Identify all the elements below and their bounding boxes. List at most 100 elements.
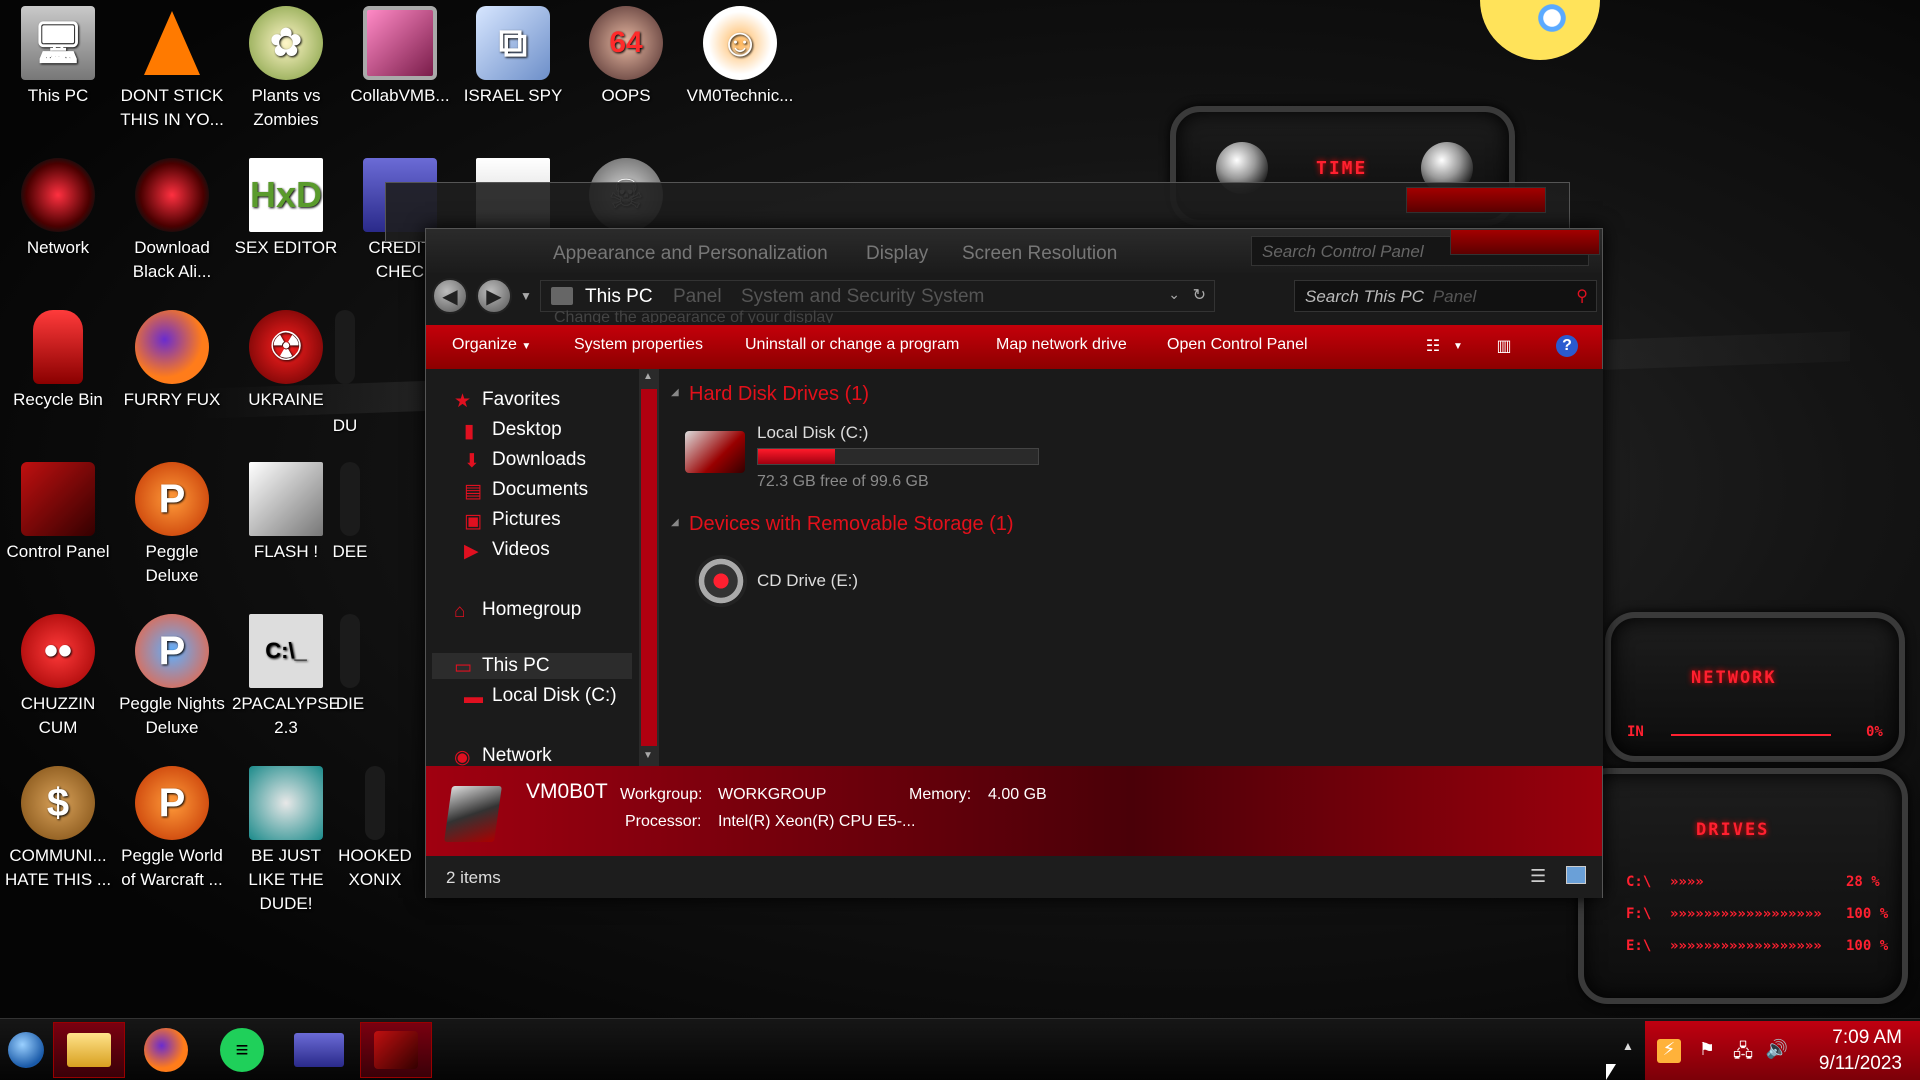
search-ghost-text: Panel bbox=[1432, 287, 1477, 306]
preview-pane-icon[interactable]: ▥ bbox=[1492, 335, 1516, 357]
taskbar-window-app[interactable] bbox=[283, 1022, 355, 1078]
clock-date[interactable]: 9/11/2023 bbox=[1819, 1053, 1902, 1075]
desktop-icon-collabvm[interactable]: CollabVMB... bbox=[345, 6, 455, 108]
network-widget-title: NETWORK bbox=[1691, 668, 1777, 688]
desktop-icon-vm0technic[interactable]: ☺ VM0Technic... bbox=[685, 6, 795, 108]
flash-icon bbox=[249, 462, 323, 536]
search-input[interactable]: Search This PC Panel ⚲ bbox=[1294, 280, 1597, 312]
group-header-removable-storage[interactable]: Devices with Removable Storage (1) bbox=[689, 513, 1014, 536]
drive-f-label: F:\ bbox=[1626, 906, 1652, 922]
peggle-icon: P bbox=[135, 462, 209, 536]
desktop-icon-peggle-deluxe[interactable]: P Peggle Deluxe bbox=[117, 462, 227, 588]
desktop-icon-be-just-like-the-dude[interactable]: BE JUST LIKE THE DUDE! bbox=[231, 766, 341, 916]
nav-local-disk[interactable]: ▬ Local Disk (C:) bbox=[464, 685, 617, 708]
alien-icon bbox=[135, 158, 209, 232]
taskbar-file-explorer[interactable] bbox=[53, 1022, 125, 1078]
show-hidden-icons-chevron-icon[interactable]: ▲ bbox=[1622, 1039, 1634, 1053]
desktop-icon-sex-editor[interactable]: HxD SEX EDITOR bbox=[231, 158, 341, 260]
back-breadcrumb-screen-resolution[interactable]: Screen Resolution bbox=[962, 243, 1117, 265]
system-properties-button[interactable]: System properties bbox=[574, 336, 703, 354]
organize-button[interactable]: Organize ▼ bbox=[452, 336, 531, 354]
status-bar: 2 items ☰ bbox=[426, 856, 1602, 898]
firefox-icon bbox=[135, 310, 209, 384]
desktop-icon-plants-vs-zombies[interactable]: ✿ Plants vs Zombies bbox=[231, 6, 341, 132]
nav-desktop[interactable]: ▮ Desktop bbox=[464, 419, 562, 442]
volume-icon[interactable]: 🔊 bbox=[1765, 1039, 1789, 1063]
desktop-icon-die[interactable]: DIE bbox=[325, 614, 375, 716]
address-ghost-system-security: System and Security bbox=[741, 286, 916, 307]
address-bar[interactable]: This PC Panel System and Security System… bbox=[540, 280, 1215, 312]
nav-downloads[interactable]: ⬇ Downloads bbox=[464, 449, 586, 472]
action-center-flag-icon[interactable]: ⚑ bbox=[1695, 1039, 1719, 1063]
organize-label: Organize bbox=[452, 336, 517, 353]
start-button[interactable] bbox=[0, 1022, 52, 1078]
taskbar-notes[interactable]: ≡ bbox=[206, 1022, 278, 1078]
desktop-icon-communi[interactable]: $ COMMUNI... HATE THIS ... bbox=[3, 766, 113, 892]
forward-button[interactable]: ▶ bbox=[476, 278, 512, 314]
desktop-icon-du[interactable]: DU bbox=[315, 310, 375, 438]
nav-pictures[interactable]: ▣ Pictures bbox=[464, 509, 561, 532]
desktop-icon-label: VM0Technic... bbox=[686, 86, 794, 105]
desktop-icon-dont-stick[interactable]: DONT STICK THIS IN YO... bbox=[117, 6, 227, 132]
tray-app-icon[interactable]: ⚡ bbox=[1657, 1039, 1681, 1063]
taskbar-firefox[interactable] bbox=[130, 1022, 202, 1078]
drive-c-item[interactable]: Local Disk (C:) 72.3 GB free of 99.6 GB bbox=[685, 419, 1039, 490]
recent-pages-chevron-icon[interactable]: ▼ bbox=[520, 289, 532, 303]
view-options-chevron-icon[interactable]: ▼ bbox=[1446, 335, 1470, 357]
address-dropdown-chevron-icon[interactable]: ⌄ bbox=[1168, 286, 1180, 303]
navigation-scrollbar[interactable]: ▲ ▼ bbox=[639, 369, 659, 766]
scrollbar-thumb[interactable] bbox=[641, 389, 657, 746]
collapse-removable-icon[interactable]: ◢ bbox=[671, 517, 679, 528]
desktop-icon-recycle-bin[interactable]: Recycle Bin bbox=[3, 310, 113, 412]
help-icon[interactable]: ? bbox=[1556, 335, 1578, 357]
drive-f-value: 100 % bbox=[1846, 906, 1889, 922]
window-controls[interactable] bbox=[1406, 187, 1546, 213]
nav-homegroup[interactable]: ⌂ Homegroup bbox=[454, 599, 581, 622]
group-header-hard-disk-drives[interactable]: Hard Disk Drives (1) bbox=[689, 383, 869, 406]
explorer-window-controls[interactable] bbox=[1450, 229, 1600, 255]
desktop-icon-oops[interactable]: 64 OOPS bbox=[571, 6, 681, 108]
open-control-panel-button[interactable]: Open Control Panel bbox=[1167, 336, 1308, 354]
desktop-icon-label: Peggle Deluxe bbox=[145, 542, 199, 585]
collapse-hdd-icon[interactable]: ◢ bbox=[671, 387, 679, 398]
peggle-wow-glyph: P bbox=[158, 781, 186, 825]
drive-c-bar: »»»» bbox=[1670, 874, 1704, 890]
desktop-icon-dee[interactable]: DEE bbox=[325, 462, 375, 564]
window-app-icon bbox=[294, 1033, 344, 1067]
scroll-down-icon[interactable]: ▼ bbox=[643, 750, 653, 761]
desktop-icon-furry-fux[interactable]: FURRY FUX bbox=[117, 310, 227, 412]
explorer-window[interactable]: Appearance and Personalization Display S… bbox=[425, 228, 1603, 898]
back-breadcrumb-appearance[interactable]: Appearance and Personalization bbox=[553, 243, 828, 265]
details-view-icon[interactable]: ☰ bbox=[1530, 866, 1546, 887]
taskbar-control-panel[interactable] bbox=[360, 1022, 432, 1078]
uninstall-program-button[interactable]: Uninstall or change a program bbox=[745, 336, 959, 354]
desktop-icon-peggle-nights[interactable]: P Peggle Nights Deluxe bbox=[117, 614, 227, 740]
nav-this-pc[interactable]: ▭ This PC bbox=[432, 653, 632, 679]
desktop-icon-peggle-wow[interactable]: P Peggle World of Warcraft ... bbox=[117, 766, 227, 892]
address-ghost-system: System bbox=[921, 286, 985, 307]
search-icon[interactable]: ⚲ bbox=[1576, 286, 1588, 306]
nav-network[interactable]: ◉ Network bbox=[454, 745, 552, 768]
desktop-icon-israel-spy[interactable]: ⧉ ISRAEL SPY bbox=[458, 6, 568, 108]
back-button[interactable]: ◀ bbox=[432, 278, 468, 314]
map-network-drive-button[interactable]: Map network drive bbox=[996, 336, 1127, 354]
desktop-icon-chuzzin[interactable]: •• CHUZZIN CUM bbox=[3, 614, 113, 740]
back-breadcrumb-display[interactable]: Display bbox=[866, 243, 928, 265]
desktop-icon-download-black-alien[interactable]: Download Black Ali... bbox=[117, 158, 227, 284]
network-status-icon[interactable]: 🖧 bbox=[1731, 1039, 1755, 1063]
desktop-icon-hooked-xonix[interactable]: HOOKED XONIX bbox=[335, 766, 415, 892]
drive-e-item[interactable]: CD Drive (E:) bbox=[685, 549, 905, 613]
clock-time[interactable]: 7:09 AM bbox=[1832, 1027, 1902, 1049]
nav-documents[interactable]: ▤ Documents bbox=[464, 479, 588, 502]
refresh-icon[interactable]: ↻ bbox=[1193, 285, 1206, 305]
hard-drive-icon: ▬ bbox=[464, 687, 483, 708]
view-options-icon[interactable]: ☷ bbox=[1421, 335, 1445, 357]
desktop-icon-this-pc[interactable]: 🖥 This PC bbox=[3, 6, 113, 108]
nav-videos[interactable]: ▶ Videos bbox=[464, 539, 550, 562]
desktop-icon-network[interactable]: Network bbox=[3, 158, 113, 260]
desktop-icon-control-panel[interactable]: Control Panel bbox=[3, 462, 113, 564]
address-ghost-panel: Panel bbox=[673, 286, 722, 307]
scroll-up-icon[interactable]: ▲ bbox=[643, 371, 653, 382]
large-icons-view-icon[interactable] bbox=[1566, 866, 1586, 884]
nav-favorites[interactable]: ★ Favorites bbox=[454, 389, 560, 412]
